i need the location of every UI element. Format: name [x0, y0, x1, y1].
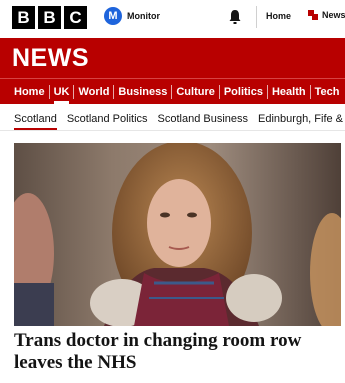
monitor-link[interactable]: Monitor [127, 11, 160, 21]
news-icon [308, 10, 318, 20]
hero-photo [14, 143, 341, 326]
secondary-nav: Scotland Scotland Politics Scotland Busi… [0, 107, 345, 131]
nav-item-health[interactable]: Health [268, 79, 310, 104]
bell-icon[interactable] [228, 9, 242, 25]
news-banner: NEWS [0, 38, 345, 78]
nav-item-uk[interactable]: UK [50, 79, 74, 104]
nav-item-culture[interactable]: Culture [172, 79, 219, 104]
primary-nav: Home UK World Business Culture Politics … [0, 78, 345, 104]
subnav-item-scotland-business[interactable]: Scotland Business [153, 107, 254, 130]
subnav-item-scotland-politics[interactable]: Scotland Politics [62, 107, 153, 130]
nav-item-politics[interactable]: Politics [220, 79, 267, 104]
nav-item-home[interactable]: Home [14, 79, 49, 104]
article-headline[interactable]: Trans doctor in changing room row leaves… [14, 330, 339, 374]
monitor-icon[interactable]: M [104, 7, 122, 25]
article-hero-image[interactable] [14, 143, 341, 326]
header-divider [256, 6, 257, 28]
news-link-label: News [322, 10, 345, 20]
nav-item-world[interactable]: World [74, 79, 113, 104]
home-link[interactable]: Home [266, 11, 291, 21]
nav-item-business[interactable]: Business [114, 79, 171, 104]
bbc-logo[interactable]: B B C [12, 6, 87, 29]
subnav-item-scotland[interactable]: Scotland [14, 107, 62, 130]
bbc-logo-letter: C [64, 6, 87, 29]
bbc-logo-letter: B [38, 6, 61, 29]
subnav-item-edinburgh-fife[interactable]: Edinburgh, Fife & [253, 107, 345, 130]
bbc-logo-letter: B [12, 6, 35, 29]
top-bar: B B C M Monitor Home News [0, 0, 345, 36]
news-link[interactable]: News [308, 10, 345, 20]
nav-item-tech[interactable]: Tech [311, 79, 344, 104]
news-title[interactable]: NEWS [12, 44, 89, 73]
